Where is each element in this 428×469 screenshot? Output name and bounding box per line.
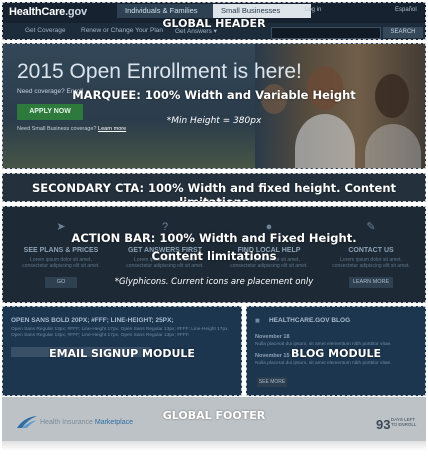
marquee-title: 2015 Open Enrollment is here!	[17, 60, 302, 83]
language-link[interactable]: Español	[395, 7, 417, 13]
email-signup-module: OPEN SANS BOLD 20PX; #FFF; LINE-HEIGHT; …	[2, 306, 242, 396]
secondary-cta: SECONDARY CTA: 100% Width and fixed heig…	[2, 173, 426, 202]
global-header: HealthCare.gov Individuals & Families Sm…	[2, 2, 426, 40]
speech-bubble-icon: ■	[255, 316, 260, 325]
marquee-region-label: MARQUEE: 100% Width and Variable Height	[72, 88, 356, 102]
blog-module-region-label: BLOG MODULE	[290, 347, 382, 360]
marquee: 2015 Open Enrollment is here! Need cover…	[2, 43, 426, 169]
global-footer: Health Insurance Marketplace 93 DAYS LEF…	[2, 397, 426, 441]
blog-post-date: November 18	[255, 334, 290, 340]
secondary-cta-region-label: SECONDARY CTA: 100% Width and fixed heig…	[31, 181, 397, 202]
footer-shadow	[2, 441, 426, 451]
tab-small-businesses[interactable]: Small Businesses	[213, 4, 311, 18]
blog-post-text[interactable]: Nulla placerat dui ipsum, sit amet eleme…	[255, 361, 419, 366]
footer-region-label: GLOBAL FOOTER	[162, 409, 266, 422]
email-module-region-label: EMAIL SIGNUP MODULE	[49, 347, 195, 360]
tab-individuals-families[interactable]: Individuals & Families	[117, 4, 227, 18]
header-region-label: GLOBAL HEADER	[162, 17, 266, 30]
action-bar-label-line-1: ACTION BAR: 100% Width and Fixed Height.	[71, 231, 357, 245]
marquee-note: *Min Height = 380px	[166, 116, 262, 126]
blog-heading: HEALTHCARE.GOV BLOG	[269, 317, 351, 324]
learn-more-link[interactable]: Learn more	[98, 126, 126, 132]
action-bar-note: *Glyphicons. Current icons are placement…	[114, 277, 314, 287]
login-link[interactable]: Log in	[305, 7, 321, 13]
page: HealthCare.gov Individuals & Families Sm…	[0, 0, 428, 469]
email-heading: OPEN SANS BOLD 20PX; #FFF; LINE-HEIGHT; …	[11, 317, 174, 324]
action-bar: ➤ SEE PLANS & PRICES Lorem ipsum dolor s…	[2, 206, 426, 303]
see-more-button[interactable]: SEE MORE	[257, 377, 287, 387]
email-body-text: Open Sans Regular 13px; #FFF; Line-Heigh…	[11, 327, 229, 338]
action-bar-region-label: ACTION BAR: 100% Width and Fixed Height.…	[3, 229, 425, 265]
action-bar-label-line-2: Content limitations	[151, 249, 277, 263]
blog-module: ■ HEALTHCARE.GOV BLOG November 18 Nulla …	[246, 306, 426, 396]
photo-person-body	[365, 124, 421, 168]
small-business-text: Need Small Business coverage? Learn more	[17, 126, 127, 132]
